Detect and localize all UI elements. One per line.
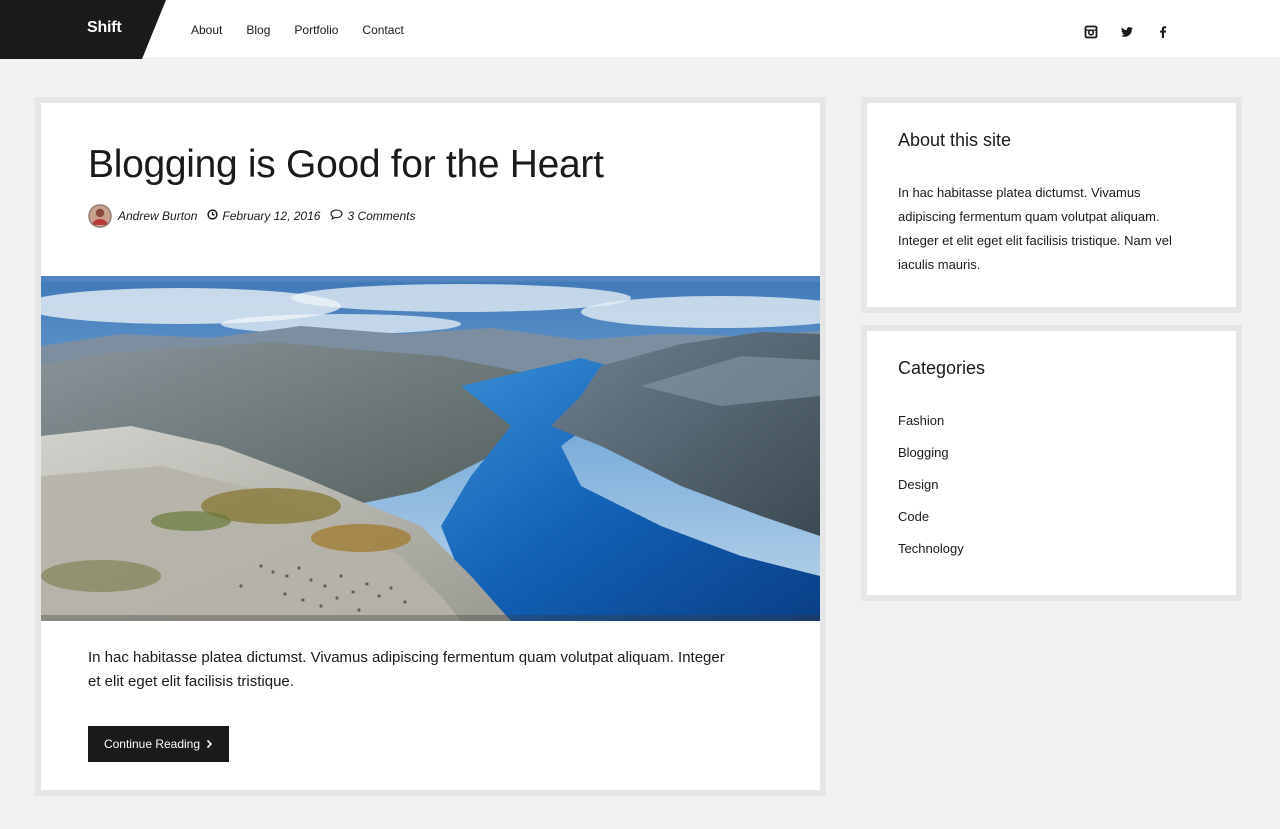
post-title[interactable]: Blogging is Good for the Heart — [88, 143, 604, 187]
social-links — [1083, 24, 1171, 40]
post-hero-image[interactable] — [41, 276, 820, 621]
author-meta: Andrew Burton — [88, 204, 197, 228]
category-list: Fashion Blogging Design Code Technology — [898, 405, 964, 565]
category-item-blogging[interactable]: Blogging — [898, 437, 964, 469]
nav-contact[interactable]: Contact — [362, 22, 403, 38]
nav-portfolio[interactable]: Portfolio — [294, 22, 338, 38]
about-widget: About this site In hac habitasse platea … — [861, 97, 1242, 313]
categories-widget-title: Categories — [898, 358, 986, 378]
clock-icon — [207, 209, 219, 223]
site-header: Shift About Blog Portfolio Contact — [0, 0, 1280, 59]
facebook-icon[interactable] — [1155, 24, 1171, 40]
logo-text[interactable]: Shift — [87, 19, 122, 37]
main-nav: About Blog Portfolio Contact — [191, 22, 428, 38]
category-item-fashion[interactable]: Fashion — [898, 405, 964, 437]
comments-meta: 3 Comments — [330, 209, 415, 223]
post-meta: Andrew Burton February 12, 2016 3 Commen… — [88, 204, 425, 228]
nav-about[interactable]: About — [191, 22, 222, 38]
category-item-code[interactable]: Code — [898, 501, 964, 533]
about-widget-inner: About this site In hac habitasse platea … — [867, 103, 1236, 307]
site-logo[interactable]: Shift — [0, 0, 168, 59]
nav-blog[interactable]: Blog — [246, 22, 270, 38]
twitter-icon[interactable] — [1119, 24, 1135, 40]
about-widget-title: About this site — [898, 130, 1012, 150]
category-item-technology[interactable]: Technology — [898, 533, 964, 565]
continue-reading-label: Continue Reading — [103, 737, 201, 751]
continue-reading-button[interactable]: Continue Reading — [88, 726, 229, 762]
category-item-design[interactable]: Design — [898, 469, 964, 501]
post-card: Blogging is Good for the Heart Andrew Bu… — [35, 97, 826, 796]
author-avatar[interactable] — [88, 204, 112, 228]
post-card-inner: Blogging is Good for the Heart Andrew Bu… — [41, 103, 820, 790]
date-meta: February 12, 2016 — [207, 209, 320, 223]
about-widget-text: In hac habitasse platea dictumst. Vivamu… — [898, 185, 1172, 272]
post-excerpt: In hac habitasse platea dictumst. Vivamu… — [88, 649, 725, 690]
categories-widget-inner: Categories Fashion Blogging Design Code … — [867, 331, 1236, 595]
post-comments[interactable]: 3 Comments — [347, 209, 415, 223]
chevron-right-icon — [206, 739, 213, 749]
instagram-icon[interactable] — [1083, 24, 1099, 40]
logo-background — [0, 0, 166, 59]
author-name[interactable]: Andrew Burton — [118, 209, 197, 223]
comment-icon — [330, 209, 344, 223]
categories-widget: Categories Fashion Blogging Design Code … — [861, 325, 1242, 601]
post-date[interactable]: February 12, 2016 — [222, 209, 320, 223]
